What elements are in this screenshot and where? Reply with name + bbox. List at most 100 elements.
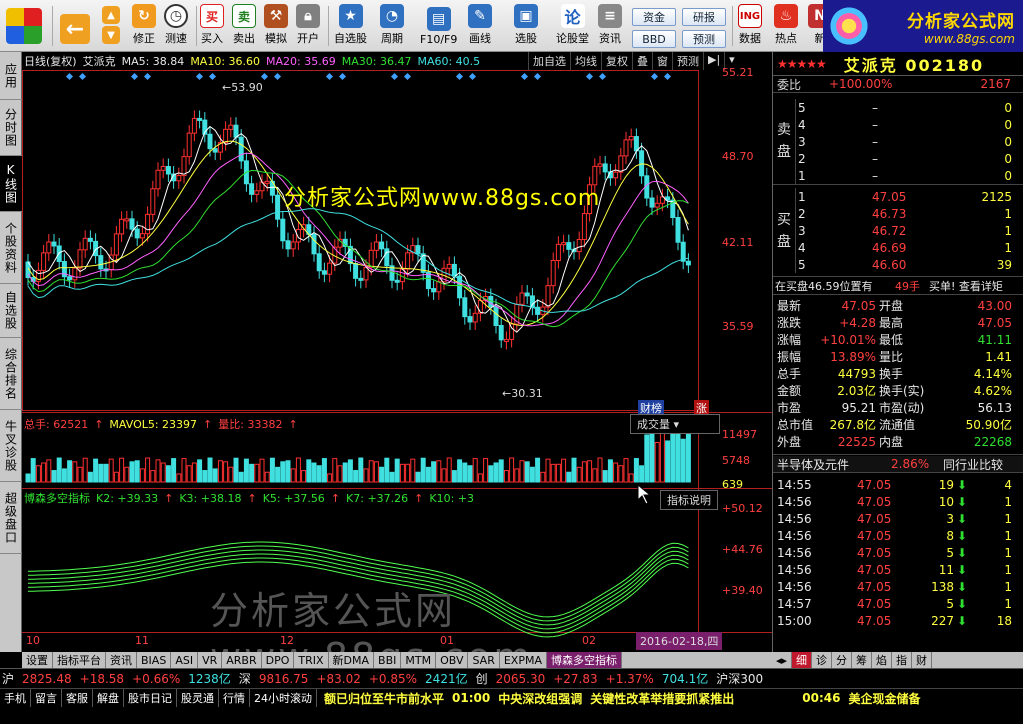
indicator-tab-0[interactable]: 设置 bbox=[22, 652, 53, 668]
funds-button[interactable]: 资金 bbox=[632, 8, 676, 26]
quote-tab-4[interactable]: 焰 bbox=[872, 652, 893, 668]
inbuy-action[interactable]: 买单! 查看详矩 bbox=[929, 278, 1003, 294]
sell-level-row[interactable]: 2 – 0 bbox=[796, 150, 1023, 167]
bbd-button[interactable]: BBD bbox=[632, 30, 676, 48]
indicator-tab-15[interactable]: 博森多空指标 bbox=[546, 652, 622, 668]
toolbar-select-stock-button[interactable]: ▣ 选股 bbox=[514, 3, 538, 49]
status-button-7[interactable]: 24小时滚动 bbox=[250, 689, 317, 707]
indicator-tab-1[interactable]: 指标平台 bbox=[53, 652, 106, 668]
toolbar-period-button[interactable]: ◔ 周期 bbox=[380, 3, 404, 49]
toolbar-hot-button[interactable]: ♨ 热点 bbox=[774, 3, 798, 49]
sell-level-row[interactable]: 5 – 0 bbox=[796, 99, 1023, 116]
sell-level-row[interactable]: 1 – 0 bbox=[796, 167, 1023, 184]
quote-tab-2[interactable]: 分 bbox=[832, 652, 853, 668]
tick-volume: 8 bbox=[946, 528, 954, 543]
news-item-1[interactable]: 额已归位至牛市前水平 bbox=[324, 690, 444, 707]
indicator-tab-3[interactable]: BIAS bbox=[137, 652, 172, 668]
kline-chart-area[interactable]: 日线(复权) 艾派克 MA5: 38.84 MA10: 36.60 MA20: … bbox=[22, 52, 772, 679]
indicator-tab-12[interactable]: OBV bbox=[436, 652, 469, 668]
status-button-4[interactable]: 股市日记 bbox=[124, 689, 177, 707]
indicator-tab-7[interactable]: DPO bbox=[262, 652, 295, 668]
sidetab-watchlist[interactable]: 自选股 bbox=[0, 284, 22, 338]
prev-tab-arrow-icon[interactable]: ◂▸ bbox=[772, 652, 793, 668]
news-ticker[interactable]: 额已归位至牛市前水平 01:00 中央深改组强调 关键性改革举措要抓紧推出 00… bbox=[324, 689, 920, 707]
volume-bar bbox=[462, 462, 468, 483]
candle-body bbox=[155, 169, 161, 190]
report-button[interactable]: 研报 bbox=[682, 8, 726, 26]
volume-bar bbox=[399, 463, 405, 483]
sidetab-timeshare[interactable]: 分时图 bbox=[0, 100, 22, 156]
toolbar-buy-button[interactable]: 买 买入 bbox=[200, 3, 224, 49]
toolbar-sell-button[interactable]: 卖 卖出 bbox=[232, 3, 256, 49]
app-logo-button[interactable] bbox=[6, 3, 42, 49]
buy-level-row[interactable]: 2 46.73 1 bbox=[796, 205, 1023, 222]
up-down-button[interactable]: ▲ ▼ bbox=[102, 3, 120, 49]
sidetab-super-book[interactable]: 超级盘口 bbox=[0, 482, 22, 554]
quote-tab-0[interactable]: 细 bbox=[792, 652, 813, 668]
buy-level-row[interactable]: 4 46.69 1 bbox=[796, 239, 1023, 256]
news-item-3[interactable]: 关键性改革举措要抓紧推出 bbox=[590, 690, 734, 707]
news-item-4[interactable]: 美企现金储备 bbox=[848, 690, 920, 707]
indicator-tab-5[interactable]: VR bbox=[198, 652, 223, 668]
volume-bar bbox=[535, 457, 541, 483]
stat-row: 振幅 13.89% 量比 1.41 bbox=[773, 348, 1023, 365]
indicator-tab-2[interactable]: 资讯 bbox=[106, 652, 137, 668]
indicator-tab-9[interactable]: 新DMA bbox=[329, 652, 375, 668]
volume-bar bbox=[301, 470, 307, 483]
sell-level-row[interactable]: 4 – 0 bbox=[796, 116, 1023, 133]
indicator-tab-10[interactable]: BBI bbox=[374, 652, 402, 668]
status-button-3[interactable]: 解盘 bbox=[93, 689, 124, 707]
toolbar-fix-button[interactable]: ↻ 修正 bbox=[132, 3, 156, 49]
back-button[interactable]: ← bbox=[60, 3, 90, 49]
news-item-2[interactable]: 中央深改组强调 bbox=[498, 690, 582, 707]
toolbar-f10-button[interactable]: ▤ F10/F9 bbox=[420, 3, 457, 49]
signal-marker bbox=[650, 72, 659, 81]
sector-compare-button[interactable]: 同行业比较 bbox=[943, 456, 1003, 473]
quote-tab-5[interactable]: 指 bbox=[892, 652, 913, 668]
status-button-5[interactable]: 股灵通 bbox=[177, 689, 219, 707]
toolbar-watchlist-button[interactable]: ★ 自选股 bbox=[334, 3, 367, 49]
buy-level-row[interactable]: 1 47.05 2125 bbox=[796, 188, 1023, 205]
indicator-help-button[interactable]: 指标说明 bbox=[660, 490, 718, 510]
status-button-6[interactable]: 行情 bbox=[219, 689, 250, 707]
status-button-1[interactable]: 留言 bbox=[31, 689, 62, 707]
tick-price: 47.05 bbox=[857, 511, 892, 526]
sidetab-ranking[interactable]: 综合排名 bbox=[0, 338, 22, 410]
indicator-tab-13[interactable]: SAR bbox=[468, 652, 500, 668]
toolbar-data-button[interactable]: ING 数据 bbox=[738, 3, 762, 49]
toolbar-news-button[interactable]: ≡ 资讯 bbox=[598, 3, 622, 49]
toolbar-simulate-button[interactable]: ⚒ 模拟 bbox=[264, 3, 288, 49]
volume-dropdown[interactable]: 成交量 ▾ bbox=[630, 414, 720, 434]
sector-row[interactable]: 半导体及元件 2.86% 同行业比较 bbox=[773, 456, 1023, 473]
sidetab-apps[interactable]: 应用 bbox=[0, 52, 22, 100]
toolbar-open-account-button[interactable]: 🔒︎ 开户 bbox=[296, 3, 320, 49]
toolbar-draw-button[interactable]: ✎ 画线 bbox=[468, 3, 492, 49]
toolbar-simulate-label: 模拟 bbox=[265, 32, 287, 45]
toolbar-forum-button[interactable]: 论 论股堂 bbox=[556, 3, 589, 49]
sidetab-diagnosis[interactable]: 牛叉诊股 bbox=[0, 410, 22, 482]
quote-tab-1[interactable]: 诊 bbox=[812, 652, 833, 668]
inbuy-row[interactable]: 在买盘46.59位置有 49手 买单! 查看详矩 bbox=[773, 278, 1023, 295]
sidetab-stock-info[interactable]: 个股资料 bbox=[0, 212, 22, 284]
indicator-tab-6[interactable]: ARBR bbox=[222, 652, 262, 668]
buy-level-row[interactable]: 3 46.72 1 bbox=[796, 222, 1023, 239]
volume-bar bbox=[72, 461, 78, 483]
candle-body bbox=[415, 245, 421, 255]
candle-body bbox=[233, 124, 239, 138]
quote-tab-6[interactable]: 财 bbox=[912, 652, 933, 668]
toolbar-speed-button[interactable]: ◷ 测速 bbox=[164, 3, 188, 49]
grid-icon bbox=[6, 8, 42, 44]
status-button-2[interactable]: 客服 bbox=[62, 689, 93, 707]
quote-tab-3[interactable]: 筹 bbox=[852, 652, 873, 668]
indicator-tab-14[interactable]: EXPMA bbox=[500, 652, 547, 668]
indicator-tab-11[interactable]: MTM bbox=[401, 652, 437, 668]
forecast-button[interactable]: 预测 bbox=[682, 30, 726, 48]
indicator-tab-4[interactable]: ASI bbox=[171, 652, 199, 668]
sell-level-row[interactable]: 3 – 0 bbox=[796, 133, 1023, 150]
candle-body bbox=[545, 285, 551, 308]
status-button-0[interactable]: 手机 bbox=[0, 689, 31, 707]
indicator-tab-8[interactable]: TRIX bbox=[294, 652, 329, 668]
toolbar-speed-label: 测速 bbox=[165, 32, 187, 45]
buy-level-row[interactable]: 5 46.60 39 bbox=[796, 256, 1023, 273]
sidetab-kline[interactable]: K线图 bbox=[0, 156, 22, 212]
